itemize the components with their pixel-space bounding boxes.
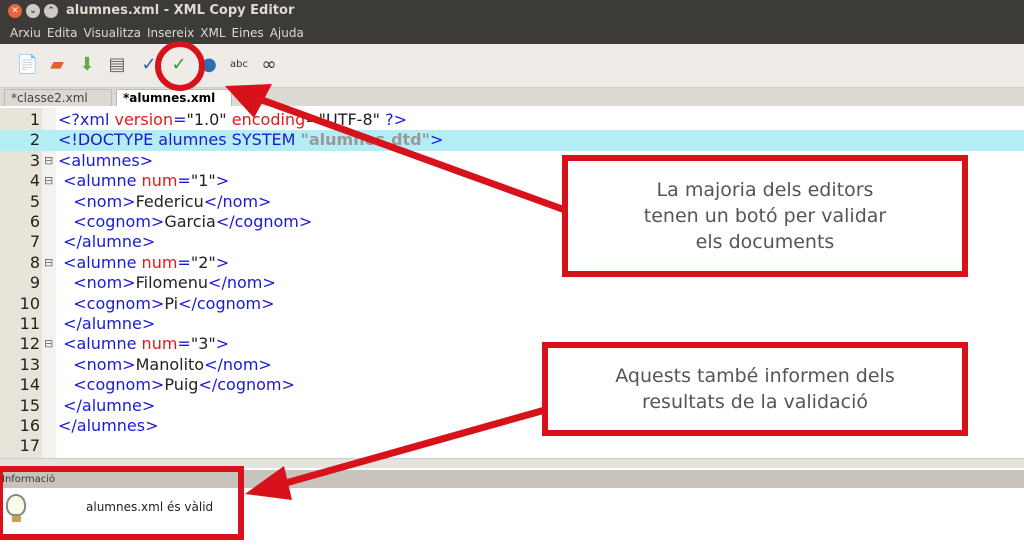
arrow-to-validate-button — [238, 88, 567, 214]
arrow-to-info-panel — [267, 406, 546, 492]
highlight-info-box — [0, 466, 244, 540]
callout-validation-results: Aquests també informen dels resultats de… — [542, 342, 968, 436]
arrowhead — [245, 466, 292, 500]
callout-validate-button: La majoria dels editors tenen un botó pe… — [562, 155, 968, 277]
highlight-circle — [155, 41, 205, 91]
